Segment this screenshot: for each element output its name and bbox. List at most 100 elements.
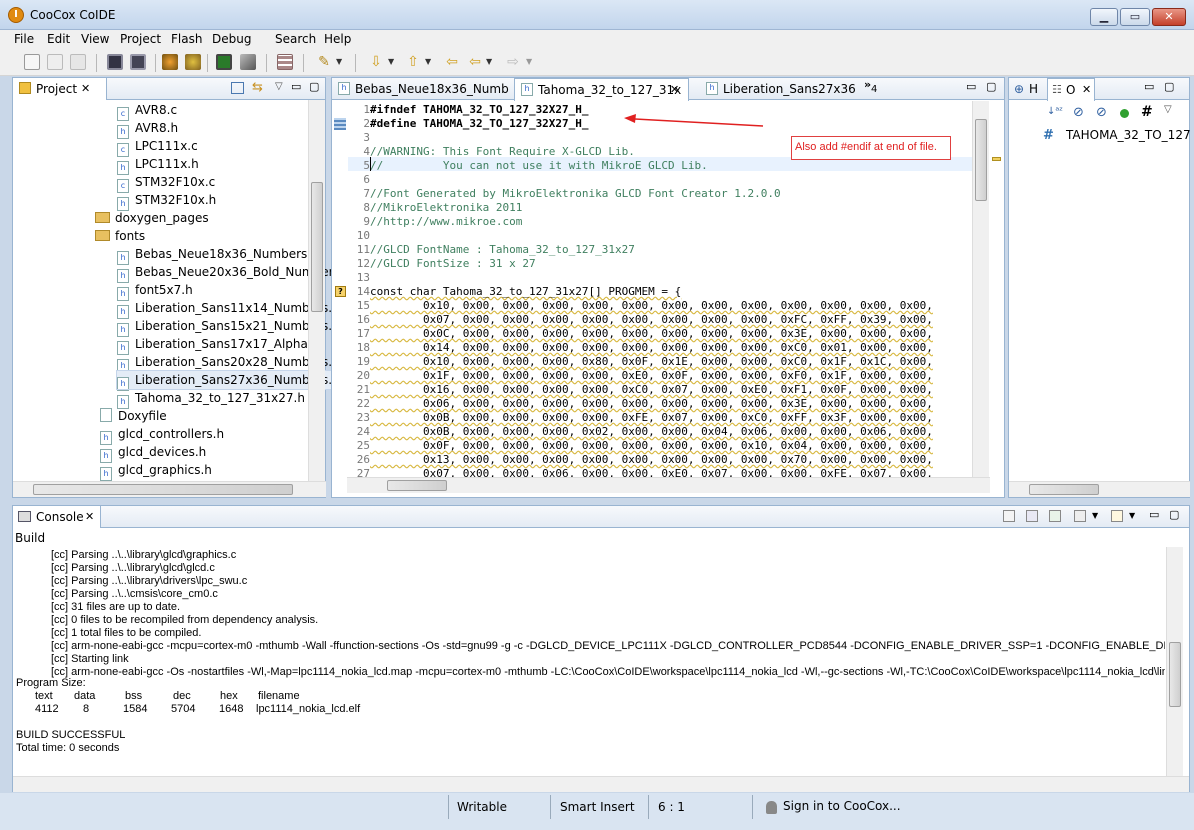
- tree-item[interactable]: h Liberation_Sans11x14_Numbers.h: [117, 299, 340, 319]
- chevron-down-icon[interactable]: ▼: [526, 54, 536, 70]
- scroll-thumb[interactable]: [975, 119, 987, 201]
- scroll-lock-icon[interactable]: [1026, 510, 1038, 522]
- copy-icon[interactable]: [47, 54, 63, 70]
- tree-item[interactable]: h font5x7.h: [117, 281, 193, 301]
- console-hscroll[interactable]: [13, 776, 1189, 792]
- menu-project[interactable]: Project: [120, 32, 161, 46]
- save-icon[interactable]: [70, 54, 86, 70]
- tab-bebas[interactable]: h Bebas_Neue18x36_Numb: [332, 78, 512, 100]
- tab-liberation[interactable]: h Liberation_Sans27x36: [700, 78, 860, 100]
- build-icon[interactable]: [107, 54, 123, 70]
- tree-item[interactable]: h Liberation_Sans17x17_Alpha.h: [117, 335, 319, 355]
- scroll-thumb[interactable]: [33, 484, 293, 495]
- menu-help[interactable]: Help: [324, 32, 351, 46]
- minimize-view-icon[interactable]: ▭: [291, 80, 301, 93]
- status-insert-mode[interactable]: Smart Insert: [560, 796, 635, 820]
- editor-vscroll[interactable]: [972, 101, 989, 477]
- chevron-down-icon[interactable]: ▼: [336, 54, 346, 70]
- sign-in-link[interactable]: Sign in to CooCox...: [783, 795, 901, 819]
- tree-item[interactable]: c LPC111x.c: [117, 137, 198, 157]
- minimize-button[interactable]: ▁: [1090, 8, 1118, 26]
- erase-icon[interactable]: [240, 54, 256, 70]
- link-editor-icon[interactable]: ⇆: [252, 80, 263, 95]
- grid-icon[interactable]: [277, 54, 293, 70]
- sort-icon[interactable]: ↓ᵃᶻ: [1047, 106, 1063, 117]
- minimize-view-icon[interactable]: ▭: [1149, 508, 1159, 521]
- menu-search[interactable]: Search: [275, 32, 316, 46]
- tree-item[interactable]: h LPC111x.h: [117, 155, 199, 175]
- scroll-thumb[interactable]: [1029, 484, 1099, 495]
- chevron-down-icon[interactable]: ▼: [388, 54, 398, 70]
- hide-static-icon[interactable]: ⊘: [1096, 105, 1107, 120]
- tree-item[interactable]: c AVR8.c: [117, 101, 177, 121]
- maximize-view-icon[interactable]: ▢: [309, 80, 319, 93]
- close-icon[interactable]: ✕: [1082, 83, 1091, 96]
- forward-icon[interactable]: ⇨: [505, 54, 521, 70]
- tree-item[interactable]: h STM32F10x.h: [117, 191, 216, 211]
- tree-item[interactable]: doxygen_pages: [95, 209, 209, 227]
- editor-hscroll[interactable]: [347, 477, 990, 493]
- outline-hscroll[interactable]: [1009, 481, 1190, 497]
- overview-marker[interactable]: [992, 157, 1001, 161]
- tree-item[interactable]: h Bebas_Neue18x36_Numbers.h: [117, 245, 319, 265]
- tab-console[interactable]: Console ✕: [13, 506, 101, 528]
- chevron-down-icon[interactable]: ▼: [425, 54, 435, 70]
- maximize-view-icon[interactable]: ▢: [1164, 80, 1174, 93]
- minimize-view-icon[interactable]: ▭: [966, 80, 976, 93]
- settings-icon[interactable]: [185, 54, 201, 70]
- pen-icon[interactable]: ✎: [316, 54, 332, 70]
- maximize-view-icon[interactable]: ▢: [986, 80, 996, 93]
- console-output[interactable]: [cc] Parsing ..\..\library\glcd\graphics…: [13, 547, 1165, 777]
- collapse-all-icon[interactable]: [231, 82, 244, 94]
- scroll-thumb[interactable]: [387, 480, 447, 491]
- hide-nonpublic-icon[interactable]: [1120, 109, 1129, 118]
- view-menu-icon[interactable]: ▽: [1164, 104, 1172, 115]
- close-icon[interactable]: ✕: [81, 82, 90, 95]
- tab-outline[interactable]: ☷ O ✕: [1047, 78, 1095, 101]
- back-icon[interactable]: ⇦: [467, 54, 483, 70]
- rebuild-icon[interactable]: [130, 54, 146, 70]
- tree-item[interactable]: h Liberation_Sans20x28_Numbers.h: [117, 353, 340, 373]
- minimize-view-icon[interactable]: ▭: [1144, 80, 1154, 93]
- tree-item[interactable]: h Bebas_Neue20x36_Bold_Numbers: [117, 263, 340, 283]
- tab-project[interactable]: Project ✕: [13, 78, 107, 100]
- close-icon[interactable]: ✕: [85, 510, 94, 523]
- tree-item[interactable]: h AVR8.h: [117, 119, 178, 139]
- menu-file[interactable]: File: [14, 32, 34, 46]
- hide-fields-icon[interactable]: ⊘: [1073, 105, 1084, 120]
- hide-macros-icon[interactable]: #: [1141, 104, 1153, 120]
- close-icon[interactable]: ✕: [670, 83, 679, 96]
- tree-item[interactable]: Doxyfile: [100, 407, 167, 425]
- prev-annotation-icon[interactable]: ⇧: [405, 54, 421, 70]
- chevron-down-icon[interactable]: ▼: [486, 54, 496, 70]
- maximize-view-icon[interactable]: ▢: [1169, 508, 1179, 521]
- display-console-icon[interactable]: [1074, 510, 1086, 522]
- close-button[interactable]: ✕: [1152, 8, 1186, 26]
- tree-item[interactable]: c STM32F10x.c: [117, 173, 215, 193]
- maximize-button[interactable]: ▭: [1120, 8, 1150, 26]
- menu-view[interactable]: View: [81, 32, 109, 46]
- console-vscroll[interactable]: [1166, 547, 1183, 777]
- tree-item[interactable]: fonts: [95, 227, 145, 245]
- chevron-down-icon[interactable]: ▼: [1092, 511, 1098, 520]
- tree-item[interactable]: h Tahoma_32_to_127_31x27.h: [117, 389, 305, 409]
- debug-icon[interactable]: [162, 54, 178, 70]
- chevron-down-icon[interactable]: ▼: [1129, 511, 1135, 520]
- open-console-icon[interactable]: [1111, 510, 1123, 522]
- pin-console-icon[interactable]: [1049, 510, 1061, 522]
- download-icon[interactable]: [216, 54, 232, 70]
- project-hscroll[interactable]: [13, 481, 326, 497]
- tab-tahoma[interactable]: h Tahoma_32_to_127_31x ✕: [514, 78, 689, 101]
- tree-item[interactable]: h Liberation_Sans15x21_Numbers.h: [117, 317, 340, 337]
- next-annotation-icon[interactable]: ⇩: [368, 54, 384, 70]
- menu-debug[interactable]: Debug: [212, 32, 251, 46]
- view-menu-icon[interactable]: ▽: [275, 81, 283, 92]
- tab-hierarchy[interactable]: H: [1029, 82, 1038, 96]
- outline-item[interactable]: TAHOMA_32_TO_127: [1066, 128, 1191, 142]
- clear-console-icon[interactable]: [1003, 510, 1015, 522]
- tree-item[interactable]: h glcd_controllers.h: [100, 425, 224, 445]
- tree-item[interactable]: h glcd_devices.h: [100, 443, 206, 463]
- menu-flash[interactable]: Flash: [171, 32, 202, 46]
- tree-item[interactable]: h glcd_graphics.h: [100, 461, 212, 481]
- scroll-thumb[interactable]: [311, 182, 323, 312]
